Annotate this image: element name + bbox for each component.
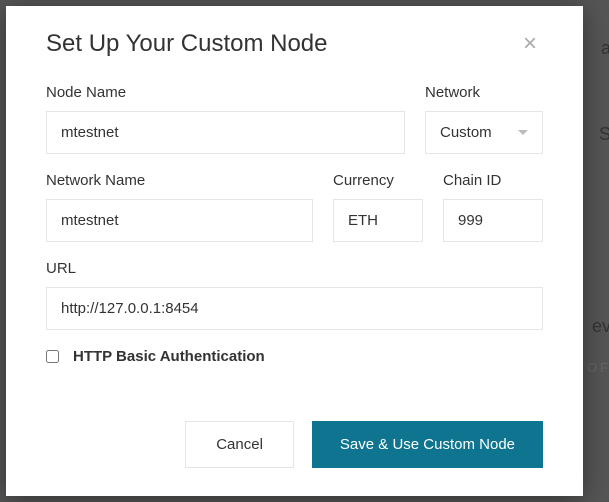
chevron-down-icon: [518, 130, 528, 135]
form: Node Name Network Custom Network Name Cu…: [46, 84, 543, 421]
chain-id-label: Chain ID: [443, 172, 543, 189]
http-auth-checkbox[interactable]: [46, 350, 59, 363]
modal-title: Set Up Your Custom Node: [46, 30, 328, 58]
network-label: Network: [425, 84, 543, 101]
bg-fragment: a: [601, 38, 609, 59]
currency-input[interactable]: [333, 199, 423, 242]
currency-label: Currency: [333, 172, 423, 189]
url-input[interactable]: [46, 287, 543, 330]
modal-header: Set Up Your Custom Node ×: [46, 30, 543, 58]
node-name-field: Node Name: [46, 84, 405, 154]
currency-field: Currency: [333, 172, 423, 242]
bg-fragment: ev: [592, 316, 609, 337]
url-label: URL: [46, 260, 543, 277]
close-icon[interactable]: ×: [517, 30, 543, 58]
network-name-field: Network Name: [46, 172, 313, 242]
network-select[interactable]: Custom: [425, 111, 543, 154]
chain-id-field: Chain ID: [443, 172, 543, 242]
network-field: Network Custom: [425, 84, 543, 154]
network-selected-value: Custom: [440, 124, 492, 141]
node-name-label: Node Name: [46, 84, 405, 101]
http-auth-label: HTTP Basic Authentication: [73, 348, 265, 365]
url-field: URL: [46, 260, 543, 330]
modal-footer: Cancel Save & Use Custom Node: [46, 421, 543, 468]
bg-fragment: S: [599, 124, 609, 145]
cancel-button[interactable]: Cancel: [185, 421, 294, 468]
http-auth-row: HTTP Basic Authentication: [46, 348, 543, 365]
network-name-label: Network Name: [46, 172, 313, 189]
network-name-input[interactable]: [46, 199, 313, 242]
node-name-input[interactable]: [46, 111, 405, 154]
chain-id-input[interactable]: [443, 199, 543, 242]
custom-node-modal: Set Up Your Custom Node × Node Name Netw…: [6, 6, 583, 496]
save-button[interactable]: Save & Use Custom Node: [312, 421, 543, 468]
